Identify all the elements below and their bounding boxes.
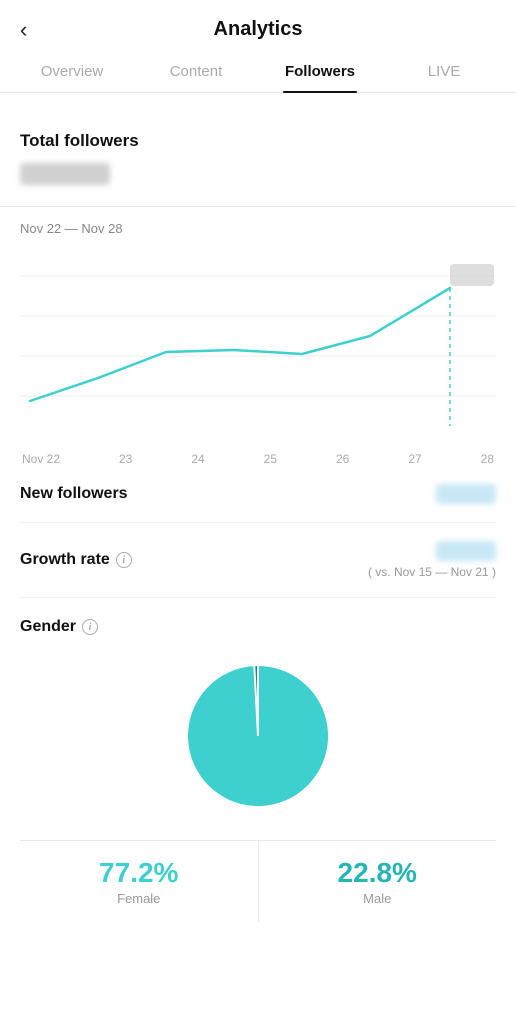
total-followers-title: Total followers	[20, 131, 496, 151]
tab-live[interactable]: LIVE	[382, 53, 506, 92]
gender-stats: 77.2% Female 22.8% Male	[20, 840, 496, 922]
female-label: Female	[20, 891, 258, 906]
divider-1	[0, 206, 516, 207]
growth-rate-label: Growth rate i	[20, 551, 132, 569]
gender-pie-chart	[20, 656, 496, 816]
female-stat: 77.2% Female	[20, 841, 259, 922]
tab-overview[interactable]: Overview	[10, 53, 134, 92]
back-button[interactable]: ‹	[20, 19, 27, 41]
tab-followers[interactable]: Followers	[258, 53, 382, 92]
x-label-4: 26	[336, 452, 349, 466]
date-range: Nov 22 — Nov 28	[20, 221, 496, 236]
gender-title: Gender i	[20, 618, 496, 636]
header: ‹ Analytics	[0, 0, 516, 53]
growth-rate-value	[436, 541, 496, 561]
page-title: Analytics	[214, 18, 303, 41]
main-content: Total followers Nov 22 — Nov 28 Nov 22 2…	[0, 93, 516, 922]
total-followers-section: Total followers	[20, 131, 496, 206]
x-label-6: 28	[481, 452, 494, 466]
growth-rate-info-icon[interactable]: i	[116, 552, 132, 568]
growth-rate-compare: ( vs. Nov 15 — Nov 21 )	[368, 565, 496, 579]
growth-rate-row: Growth rate i ( vs. Nov 15 — Nov 21 )	[20, 523, 496, 598]
followers-chart	[20, 246, 496, 446]
gender-info-icon[interactable]: i	[82, 619, 98, 635]
male-percentage: 22.8%	[259, 857, 497, 889]
x-label-0: Nov 22	[22, 452, 60, 466]
growth-rate-right: ( vs. Nov 15 — Nov 21 )	[368, 541, 496, 579]
tab-content[interactable]: Content	[134, 53, 258, 92]
total-followers-value	[20, 163, 110, 185]
x-label-5: 27	[408, 452, 421, 466]
male-label: Male	[259, 891, 497, 906]
female-percentage: 77.2%	[20, 857, 258, 889]
new-followers-row: New followers	[20, 466, 496, 523]
x-label-1: 23	[119, 452, 132, 466]
x-label-2: 24	[191, 452, 204, 466]
gender-section: Gender i 77.2%	[20, 598, 496, 922]
new-followers-label: New followers	[20, 485, 128, 503]
x-label-3: 25	[264, 452, 277, 466]
male-stat: 22.8% Male	[259, 841, 497, 922]
chart-x-labels: Nov 22 23 24 25 26 27 28	[20, 452, 496, 466]
new-followers-value	[436, 484, 496, 504]
tab-bar: Overview Content Followers LIVE	[0, 53, 516, 93]
